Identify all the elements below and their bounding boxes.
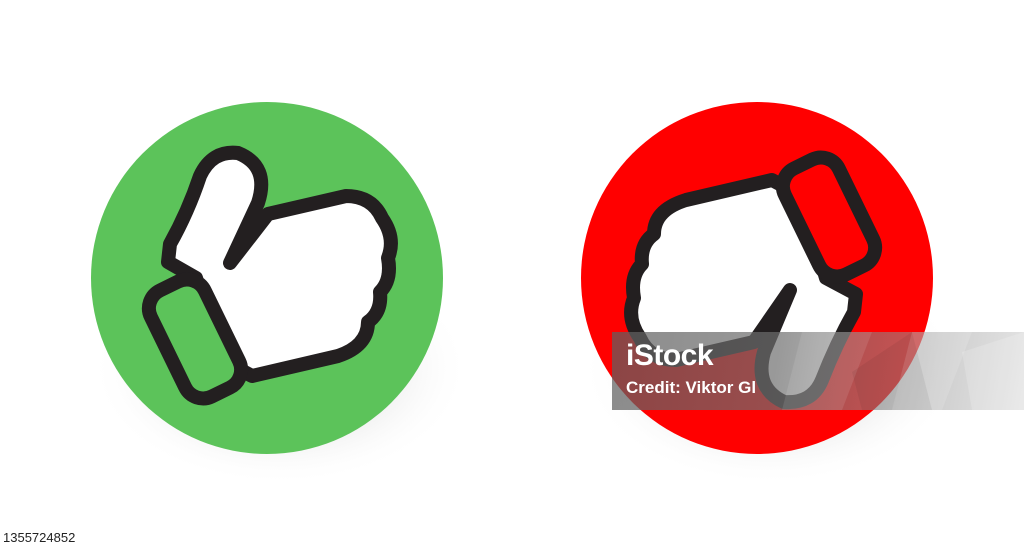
image-canvas: iStock Credit: Viktor Gl 1355724852: [0, 0, 1024, 558]
stock-watermark: iStock Credit: Viktor Gl: [612, 332, 1024, 410]
watermark-credit: Credit: Viktor Gl: [626, 378, 757, 397]
thumbs-icons-illustration: [90, 102, 960, 486]
image-id-label: 1355724852: [0, 527, 87, 549]
watermark-logo: iStock: [626, 339, 714, 372]
thumbs-up-icon: [91, 102, 443, 454]
